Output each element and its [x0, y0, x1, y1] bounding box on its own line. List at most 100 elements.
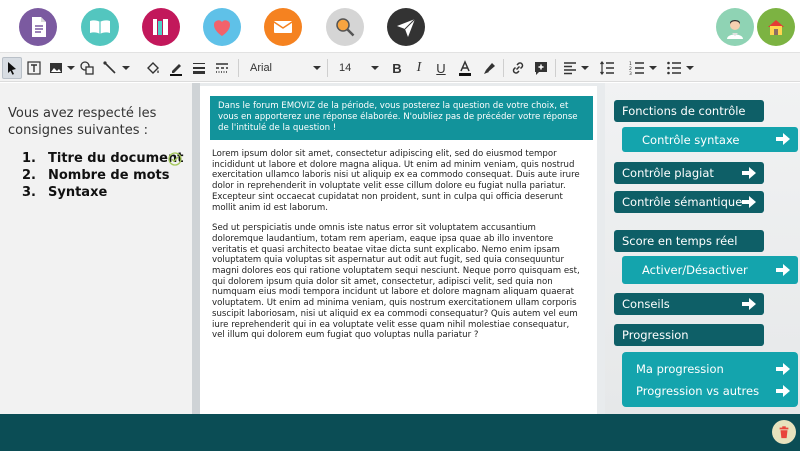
criterion-number: 1. [22, 151, 36, 166]
toolbar-separator [503, 59, 504, 77]
underline-button[interactable]: U [432, 57, 450, 79]
svg-text:3: 3 [629, 71, 632, 76]
numbered-list-caret[interactable] [649, 66, 657, 70]
text-color-button[interactable] [455, 57, 475, 79]
document-page[interactable]: Dans le forum EMOVIZ de la période, vous… [200, 86, 597, 414]
progress-vs-others-button[interactable]: Progression vs autres [622, 380, 798, 402]
line-dash-icon [216, 63, 228, 73]
books-icon [153, 19, 168, 35]
insert-comment-button[interactable] [531, 57, 551, 79]
my-progress-button[interactable]: Ma progression [622, 358, 798, 380]
line-icon [103, 61, 116, 74]
highlight-button[interactable] [479, 57, 499, 79]
font-family-select[interactable]: Arial [250, 58, 322, 78]
house-icon [768, 20, 784, 35]
document-icon [32, 17, 46, 37]
progression-label: Progression [622, 328, 689, 342]
line-weight-icon [193, 63, 205, 74]
progression-header: Progression [614, 324, 764, 346]
link-button[interactable] [508, 57, 528, 79]
semantic-check-button[interactable]: Contrôle sémantique [614, 191, 764, 213]
assignment-prompt: Dans le forum EMOVIZ de la période, vous… [210, 96, 593, 140]
pen-icon [170, 64, 182, 76]
font-size-value: 14 [339, 62, 352, 74]
criterion-word-count: 2. Nombre de mots [22, 168, 170, 183]
footer-bar [0, 414, 800, 451]
numbered-list-button[interactable]: 123 [627, 57, 647, 79]
woman-avatar-icon [727, 20, 743, 39]
toggle-score-label: Activer/Désactiver [642, 263, 748, 277]
realtime-score-label: Score en temps réel [622, 234, 738, 248]
control-functions-label: Fonctions de contrôle [622, 104, 746, 118]
my-progress-label: Ma progression [636, 362, 724, 376]
trash-button[interactable] [772, 420, 796, 444]
criterion-label: Syntaxe [48, 185, 108, 200]
library-app-icon[interactable] [142, 8, 180, 46]
advice-button[interactable]: Conseils [614, 293, 764, 315]
numbered-list-icon: 123 [629, 61, 644, 76]
requirements-intro: Vous avez respecté les consignes suivant… [8, 106, 157, 138]
bold-button[interactable]: B [388, 57, 406, 79]
magnifier-icon [336, 18, 355, 37]
send-app-icon[interactable] [387, 8, 425, 46]
align-button[interactable] [560, 57, 580, 79]
paint-bucket-icon [147, 62, 159, 74]
shapes-icon [80, 61, 94, 75]
image-dropdown-caret[interactable] [67, 66, 75, 70]
book-app-icon[interactable] [81, 8, 119, 46]
line-spacing-button[interactable] [597, 57, 617, 79]
line-spacing-icon [600, 61, 614, 75]
align-left-icon [564, 62, 576, 75]
toolbar-separator [555, 59, 556, 77]
control-functions-header: Fonctions de contrôle [614, 100, 764, 122]
font-family-value: Arial [250, 62, 273, 74]
border-weight-button[interactable] [189, 57, 209, 79]
image-button[interactable] [46, 57, 66, 79]
italic-button[interactable]: I [410, 57, 428, 79]
bullet-list-caret[interactable] [686, 66, 694, 70]
cursor-icon [8, 62, 16, 75]
body-paragraph-1[interactable]: Lorem ipsum dolor sit amet, consectetur … [212, 149, 582, 213]
line-button[interactable] [100, 57, 120, 79]
line-dropdown-caret[interactable] [122, 66, 130, 70]
document-body[interactable]: Lorem ipsum dolor sit amet, consectetur … [212, 149, 582, 341]
bullet-list-icon [667, 61, 681, 75]
editor-area: Dans le forum EMOVIZ de la période, vous… [200, 83, 605, 414]
fill-color-button[interactable] [143, 57, 163, 79]
syntax-check-button[interactable]: Contrôle syntaxe [622, 127, 798, 152]
paper-plane-icon [397, 18, 416, 37]
add-comment-icon [535, 62, 547, 75]
favorites-app-icon[interactable] [203, 8, 241, 46]
plagiarism-check-label: Contrôle plagiat [622, 166, 714, 180]
syntax-check-label: Contrôle syntaxe [642, 132, 740, 147]
document-app-icon[interactable] [19, 8, 57, 46]
panel-divider [192, 83, 200, 414]
arrow-right-icon [776, 363, 790, 375]
plagiarism-check-button[interactable]: Contrôle plagiat [614, 162, 764, 184]
bullet-list-button[interactable] [664, 57, 684, 79]
arrow-right-icon [742, 298, 756, 310]
toolbar-separator [327, 59, 328, 77]
envelope-icon [273, 21, 293, 33]
criterion-label: Titre du document [48, 151, 184, 166]
home-button[interactable] [757, 8, 795, 46]
select-tool-button[interactable] [2, 57, 22, 79]
arrow-right-icon [776, 133, 790, 145]
body-paragraph-2[interactable]: Sed ut perspiciatis unde omnis iste natu… [212, 223, 582, 341]
border-color-button[interactable] [166, 57, 186, 79]
mail-app-icon[interactable] [264, 8, 302, 46]
shape-button[interactable] [77, 57, 97, 79]
text-box-button[interactable] [24, 57, 44, 79]
font-size-caret[interactable] [371, 66, 379, 70]
align-dropdown-caret[interactable] [581, 66, 589, 70]
arrow-right-icon [776, 264, 790, 276]
advice-label: Conseils [622, 297, 670, 311]
toggle-score-button[interactable]: Activer/Désactiver [622, 256, 798, 284]
font-family-caret[interactable] [313, 66, 321, 70]
border-dash-button[interactable] [212, 57, 232, 79]
heart-icon [213, 20, 231, 36]
editor-toolbar: Arial 14 B I U 123 [0, 52, 800, 82]
user-avatar[interactable] [716, 8, 754, 46]
search-app-icon[interactable] [326, 8, 364, 46]
book-icon [90, 20, 110, 34]
